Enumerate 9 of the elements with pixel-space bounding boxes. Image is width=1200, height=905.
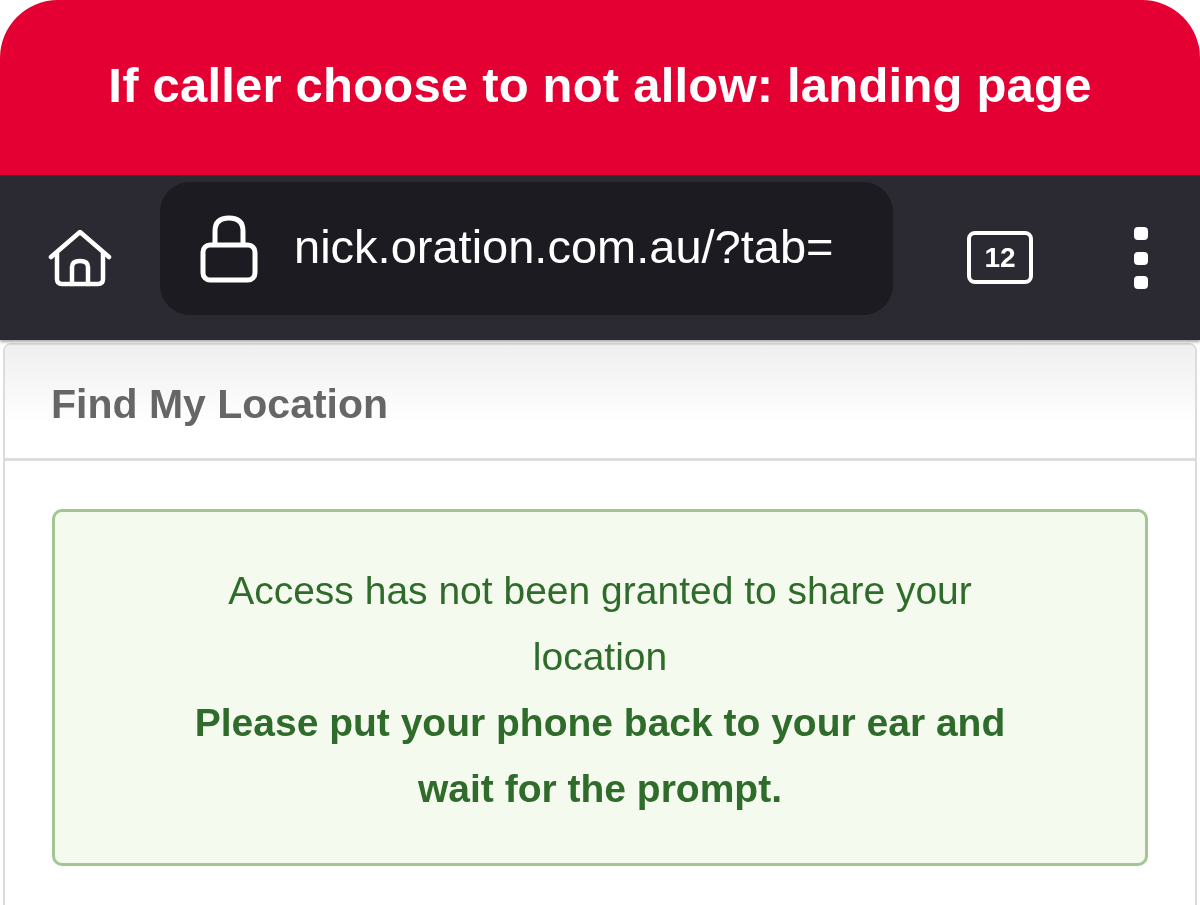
banner-title: If caller choose to not allow: landing page: [108, 56, 1092, 113]
menu-icon: [1134, 226, 1148, 289]
address-bar[interactable]: nick.oration.com.au/?tab=: [160, 182, 893, 315]
panel-heading: Find My Location: [51, 381, 389, 428]
alert-instruction: Please put your phone back to your ear and wait for the prompt.: [193, 700, 1007, 812]
home-icon: [48, 228, 112, 287]
lock-icon: [200, 214, 258, 283]
alert-message: Access has not been granted to share your location: [227, 568, 973, 680]
tab-count-button[interactable]: 12: [967, 231, 1033, 284]
